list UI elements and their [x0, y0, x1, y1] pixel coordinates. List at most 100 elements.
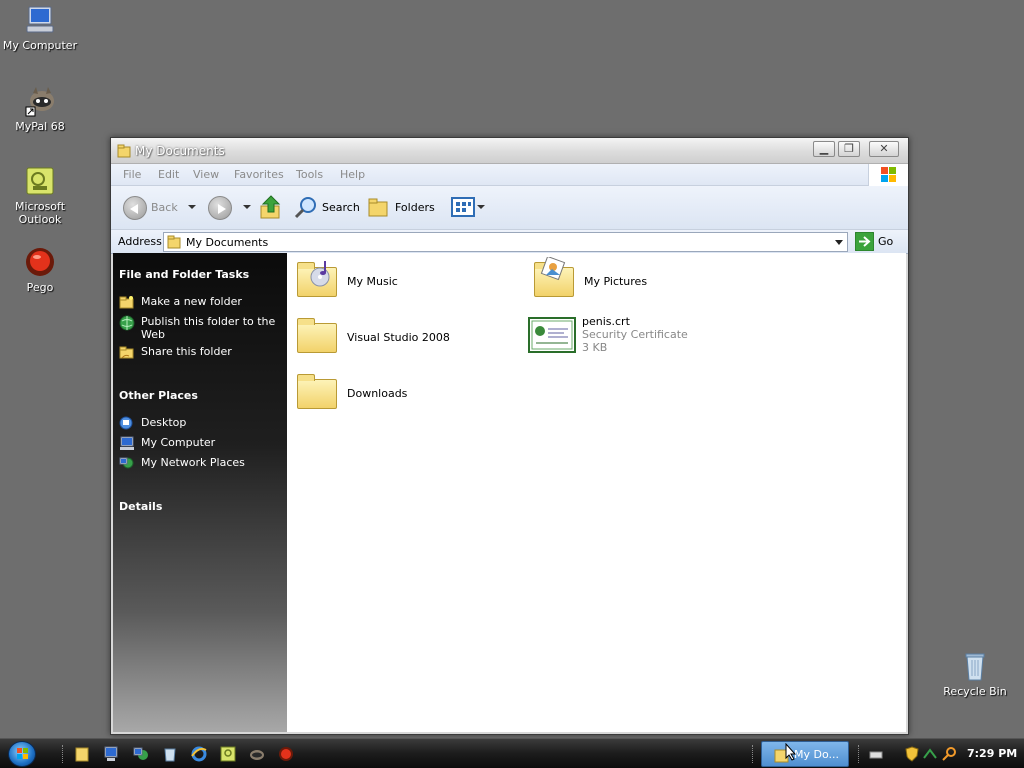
views-icon[interactable]	[451, 196, 475, 221]
network-status-icon[interactable]	[922, 746, 938, 762]
address-value: My Documents	[186, 236, 269, 249]
start-button[interactable]	[8, 741, 36, 767]
place-label: My Network Places	[141, 456, 245, 469]
forward-dropdown-arrow[interactable]	[243, 205, 251, 209]
menu-bar: File Edit View Favorites Tools Help	[111, 164, 908, 186]
menu-edit[interactable]: Edit	[158, 168, 179, 181]
raccoon-icon	[24, 85, 56, 117]
desktop-icon-outlook[interactable]: Microsoft Outlook	[0, 165, 80, 226]
back-dropdown-arrow[interactable]	[188, 205, 196, 209]
menu-favorites[interactable]: Favorites	[234, 168, 284, 181]
window-title: My Documents	[135, 144, 225, 158]
network-places-icon	[119, 456, 135, 470]
file-list-area: My Music My Pictures Visual Studio 2008	[287, 253, 906, 732]
search-tray-icon[interactable]	[941, 746, 957, 762]
desktop-icon	[119, 416, 135, 430]
taskbar-button-label: My Do...	[794, 748, 839, 761]
windows-logo-icon	[868, 164, 908, 186]
desktop-icon-label: Microsoft Outlook	[14, 200, 66, 226]
desktop-icon-pego[interactable]: Pego	[0, 246, 80, 294]
taskbar-grip[interactable]	[62, 745, 64, 763]
address-label: Address	[118, 235, 162, 248]
maximize-button[interactable]: ❐	[838, 141, 860, 157]
desktop-icon-label: MyPal 68	[15, 120, 65, 133]
ql-mypal-icon[interactable]	[249, 746, 265, 762]
menu-help[interactable]: Help	[340, 168, 365, 181]
menu-view[interactable]: View	[193, 168, 219, 181]
security-shield-icon[interactable]	[904, 746, 920, 762]
file-item[interactable]: penis.crt Security Certificate 3 KB	[528, 315, 688, 363]
taskbar-button-my-documents[interactable]: My Do...	[761, 741, 849, 767]
globe-icon	[119, 315, 135, 331]
go-arrow-icon[interactable]	[854, 231, 875, 254]
desktop-icon-mypal[interactable]: MyPal 68	[0, 85, 80, 133]
desktop-icon-label: My Computer	[2, 39, 78, 52]
mouse-cursor-icon	[785, 742, 797, 764]
menu-tools[interactable]: Tools	[296, 168, 323, 181]
other-places-heading[interactable]: Other Places	[119, 389, 198, 402]
file-folder-tasks-heading[interactable]: File and Folder Tasks	[119, 268, 249, 281]
file-type: Security Certificate	[582, 328, 688, 341]
file-name: My Pictures	[584, 274, 648, 288]
task-make-new-folder[interactable]: Make a new folder	[119, 295, 242, 309]
file-name: My Music	[347, 274, 398, 288]
music-folder-icon	[293, 257, 341, 305]
explorer-window: My Documents ▁ ❐ ✕ File Edit View Favori…	[110, 137, 909, 735]
taskbar-grip[interactable]	[858, 745, 860, 763]
ql-folder-icon[interactable]	[74, 746, 90, 762]
task-publish-to-web[interactable]: Publish this folder to the Web	[119, 315, 284, 341]
file-item[interactable]: Visual Studio 2008	[293, 313, 450, 361]
desktop-icon-my-computer[interactable]: My Computer	[0, 4, 80, 52]
desktop-icon-recycle-bin[interactable]: Recycle Bin	[935, 650, 1015, 698]
address-dropdown-arrow[interactable]	[831, 233, 847, 251]
ql-recycle-bin-icon[interactable]	[162, 746, 178, 762]
folder-icon	[293, 369, 341, 417]
close-button[interactable]: ✕	[869, 141, 899, 157]
task-pane: File and Folder Tasks Make a new folder …	[113, 253, 287, 732]
go-button[interactable]: Go	[878, 235, 893, 248]
file-item[interactable]: Downloads	[293, 369, 407, 417]
ql-computer-icon[interactable]	[103, 746, 119, 762]
title-bar[interactable]: My Documents ▁ ❐ ✕	[111, 138, 908, 164]
details-heading[interactable]: Details	[119, 500, 162, 513]
folder-icon	[167, 235, 181, 252]
menu-file[interactable]: File	[123, 168, 141, 181]
folders-button[interactable]: Folders	[395, 201, 435, 214]
task-label: Share this folder	[141, 345, 232, 358]
file-item[interactable]: My Pictures	[530, 257, 647, 305]
place-my-network-places[interactable]: My Network Places	[119, 456, 245, 470]
views-dropdown-arrow[interactable]	[477, 205, 485, 209]
task-share-folder[interactable]: Share this folder	[119, 345, 232, 359]
search-icon[interactable]	[294, 195, 318, 222]
new-folder-icon	[119, 295, 135, 309]
up-folder-icon[interactable]	[259, 194, 283, 223]
place-desktop[interactable]: Desktop	[119, 416, 186, 430]
folders-icon[interactable]	[367, 196, 391, 221]
ql-outlook-icon[interactable]	[220, 746, 236, 762]
toolbar: Back Search Folders	[111, 186, 908, 230]
back-button[interactable]	[123, 196, 147, 220]
minimize-button[interactable]: ▁	[813, 141, 835, 157]
pego-icon	[24, 246, 56, 278]
place-my-computer[interactable]: My Computer	[119, 436, 215, 450]
address-input[interactable]: My Documents	[163, 232, 848, 252]
ql-network-icon[interactable]	[133, 746, 149, 762]
forward-button[interactable]	[208, 196, 232, 220]
explorer-body: File and Folder Tasks Make a new folder …	[113, 253, 906, 732]
keyboard-icon[interactable]	[868, 746, 884, 762]
taskbar-clock[interactable]: 7:29 PM	[967, 747, 1017, 760]
desktop-icon-label: Recycle Bin	[943, 685, 1007, 698]
recycle-bin-icon	[959, 650, 991, 682]
task-label: Publish this folder to the Web	[141, 315, 276, 341]
file-item[interactable]: My Music	[293, 257, 398, 305]
file-size: 3 KB	[582, 341, 608, 354]
search-button[interactable]: Search	[322, 201, 360, 214]
place-label: My Computer	[141, 436, 216, 449]
desktop-icon-label: Pego	[26, 281, 54, 294]
ql-internet-explorer-icon[interactable]	[191, 746, 207, 762]
outlook-icon	[24, 165, 56, 197]
file-name: Downloads	[347, 386, 408, 400]
share-folder-icon	[119, 345, 135, 359]
taskbar-grip[interactable]	[752, 745, 754, 763]
ql-pego-icon[interactable]	[278, 746, 294, 762]
